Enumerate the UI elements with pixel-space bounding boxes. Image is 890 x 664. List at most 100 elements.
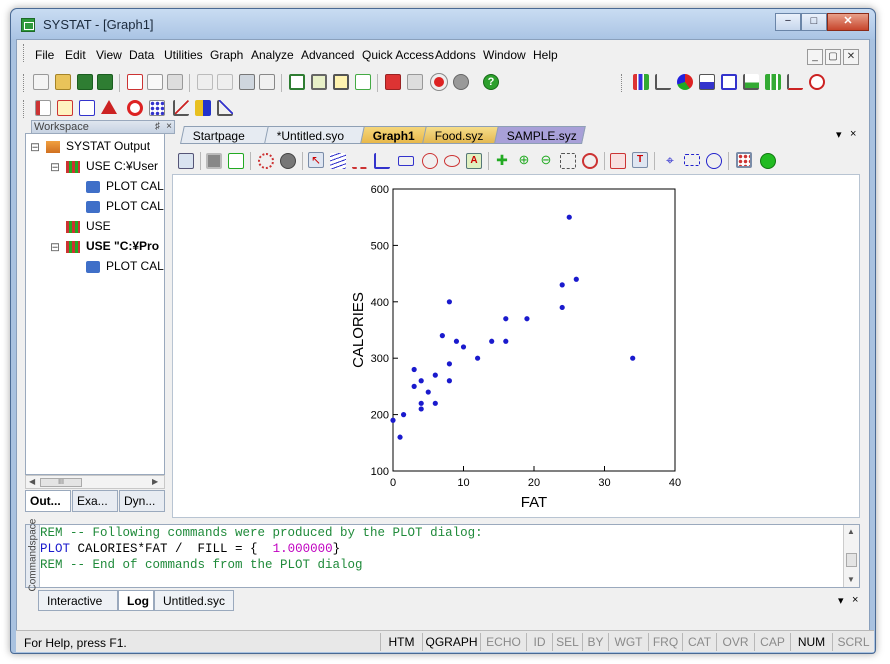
print-icon[interactable]	[239, 74, 255, 90]
zoom-out-icon[interactable]: ⊖	[538, 153, 554, 169]
text-icon[interactable]: A	[466, 153, 482, 169]
scroll-thumb[interactable]: III	[40, 478, 82, 487]
page-icon[interactable]	[228, 153, 244, 169]
menu-view[interactable]: View	[96, 48, 122, 62]
rectangle-icon[interactable]	[398, 156, 414, 166]
systat-app-icon[interactable]	[21, 18, 35, 32]
target-icon[interactable]	[127, 100, 143, 116]
tree-item-use[interactable]: USE C:¥User	[86, 159, 158, 173]
stat-chart-icon[interactable]	[217, 100, 233, 116]
cut-icon[interactable]	[127, 74, 143, 90]
tab-list-icon[interactable]: ▾	[836, 128, 842, 141]
tree-item-plot[interactable]: PLOT CAL	[106, 199, 164, 213]
open-icon[interactable]	[55, 74, 71, 90]
redo-icon[interactable]	[217, 74, 233, 90]
tab-close-icon[interactable]: ×	[850, 128, 856, 140]
graph-canvas[interactable]: 0 10 20 30 40 100 200 300 400 500 600 FAT CALORIES	[172, 174, 860, 518]
refresh-icon[interactable]	[582, 153, 598, 169]
function-plot-icon[interactable]	[765, 74, 781, 90]
globe-icon[interactable]	[280, 153, 296, 169]
polyline-icon[interactable]	[352, 153, 368, 169]
tab-output[interactable]: Out...	[25, 490, 71, 512]
menu-help[interactable]: Help	[533, 48, 558, 62]
command-list-icon[interactable]: ▾	[838, 594, 844, 607]
scroll-down-icon[interactable]: ▼	[847, 575, 855, 584]
tree-item-plot[interactable]: PLOT CAL	[106, 259, 164, 273]
menu-edit[interactable]: Edit	[65, 48, 86, 62]
menu-analyze[interactable]: Analyze	[251, 48, 294, 62]
tab-startpage[interactable]: Startpage	[180, 126, 272, 144]
tree-expander[interactable]: ⊟	[50, 160, 60, 174]
chart-toolbar-grip[interactable]	[621, 74, 624, 92]
menu-addons[interactable]: Addons	[435, 48, 476, 62]
label-tool-icon[interactable]: T	[632, 152, 648, 168]
ruler-icon[interactable]	[35, 100, 51, 116]
copy-icon[interactable]	[147, 74, 163, 90]
tab-graph1[interactable]: Graph1	[360, 126, 430, 144]
tree-expander[interactable]: ⊟	[50, 240, 60, 254]
zoom-box-icon[interactable]	[560, 153, 576, 169]
save-icon[interactable]	[77, 74, 93, 90]
scroll-right-icon[interactable]: ▶	[152, 477, 158, 486]
command-line[interactable]: REM -- Following commands were produced …	[40, 526, 483, 540]
move-icon[interactable]: ✚	[494, 153, 510, 169]
pie-chart-icon[interactable]	[677, 74, 693, 90]
equation-icon[interactable]	[79, 100, 95, 116]
menu-file[interactable]: File	[35, 48, 54, 62]
tab-food-syz[interactable]: Food.syz	[422, 126, 502, 144]
tab-interactive[interactable]: Interactive	[38, 590, 118, 611]
lasso-icon[interactable]	[706, 153, 722, 169]
workspace-hscrollbar[interactable]: ◀ III ▶	[25, 475, 165, 489]
line-chart-icon[interactable]	[655, 74, 671, 90]
color-bars-icon[interactable]	[195, 100, 211, 116]
rotate-icon[interactable]	[258, 153, 274, 169]
scroll-left-icon[interactable]: ◀	[29, 477, 35, 486]
point-select-icon[interactable]	[736, 152, 752, 168]
box-select-icon[interactable]	[684, 154, 700, 166]
tab-untitled-syo[interactable]: *Untitled.syo	[264, 126, 366, 144]
histogram-icon[interactable]	[699, 74, 715, 90]
help-icon[interactable]: ?	[483, 74, 499, 90]
tab-examples[interactable]: Exa...	[72, 490, 118, 512]
select-pointer-icon[interactable]: ↖	[308, 152, 324, 168]
variable-icon[interactable]	[407, 74, 423, 90]
new-icon[interactable]	[33, 74, 49, 90]
tab-sample-syz[interactable]: SAMPLE.syz	[494, 126, 586, 144]
title-bar[interactable]: SYSTAT - [Graph1] − □ ✕	[11, 9, 875, 39]
go-icon[interactable]	[760, 153, 776, 169]
map-icon[interactable]	[809, 74, 825, 90]
minimize-button[interactable]: −	[775, 13, 801, 31]
menu-graph[interactable]: Graph	[210, 48, 243, 62]
box-plot-icon[interactable]	[721, 74, 737, 90]
analysis-toolbar-grip[interactable]	[23, 100, 26, 118]
command-line[interactable]: REM -- End of commands from the PLOT dia…	[40, 558, 363, 572]
tree-item-plot[interactable]: PLOT CAL	[106, 179, 164, 193]
density-icon[interactable]	[743, 74, 759, 90]
tree-item-use[interactable]: USE	[86, 219, 111, 233]
tab-log[interactable]: Log	[118, 590, 154, 611]
menu-advanced[interactable]: Advanced	[301, 48, 354, 62]
hatch-line-icon[interactable]	[330, 153, 346, 169]
tab-untitled-syc[interactable]: Untitled.syc	[154, 590, 234, 611]
workspace-icon[interactable]	[289, 74, 305, 90]
command-line[interactable]: PLOT CALORIES*FAT / FILL = { 1.000000}	[40, 542, 340, 556]
command-close-icon[interactable]: ×	[852, 594, 858, 606]
crosshair-icon[interactable]: ⌖	[662, 153, 678, 169]
scroll-thumb[interactable]	[846, 553, 857, 567]
tree-item-use-current[interactable]: USE "C:¥Pro	[86, 239, 159, 253]
undo-icon[interactable]	[197, 74, 213, 90]
curve-icon[interactable]	[374, 153, 390, 169]
menu-window[interactable]: Window	[483, 48, 526, 62]
save-all-icon[interactable]	[97, 74, 113, 90]
frame-icon[interactable]	[206, 153, 222, 169]
menu-utilities[interactable]: Utilities	[164, 48, 203, 62]
close-button[interactable]: ✕	[827, 13, 869, 31]
toolbar-grip[interactable]	[23, 74, 26, 92]
bar-chart-icon[interactable]	[633, 74, 649, 90]
tree-expander[interactable]: ⊟	[30, 140, 40, 154]
mdi-restore-button[interactable]: ▢	[825, 49, 841, 65]
mdi-minimize-button[interactable]: _	[807, 49, 823, 65]
output-icon[interactable]	[311, 74, 327, 90]
data-editor-icon[interactable]	[385, 74, 401, 90]
scale-icon[interactable]	[57, 100, 73, 116]
